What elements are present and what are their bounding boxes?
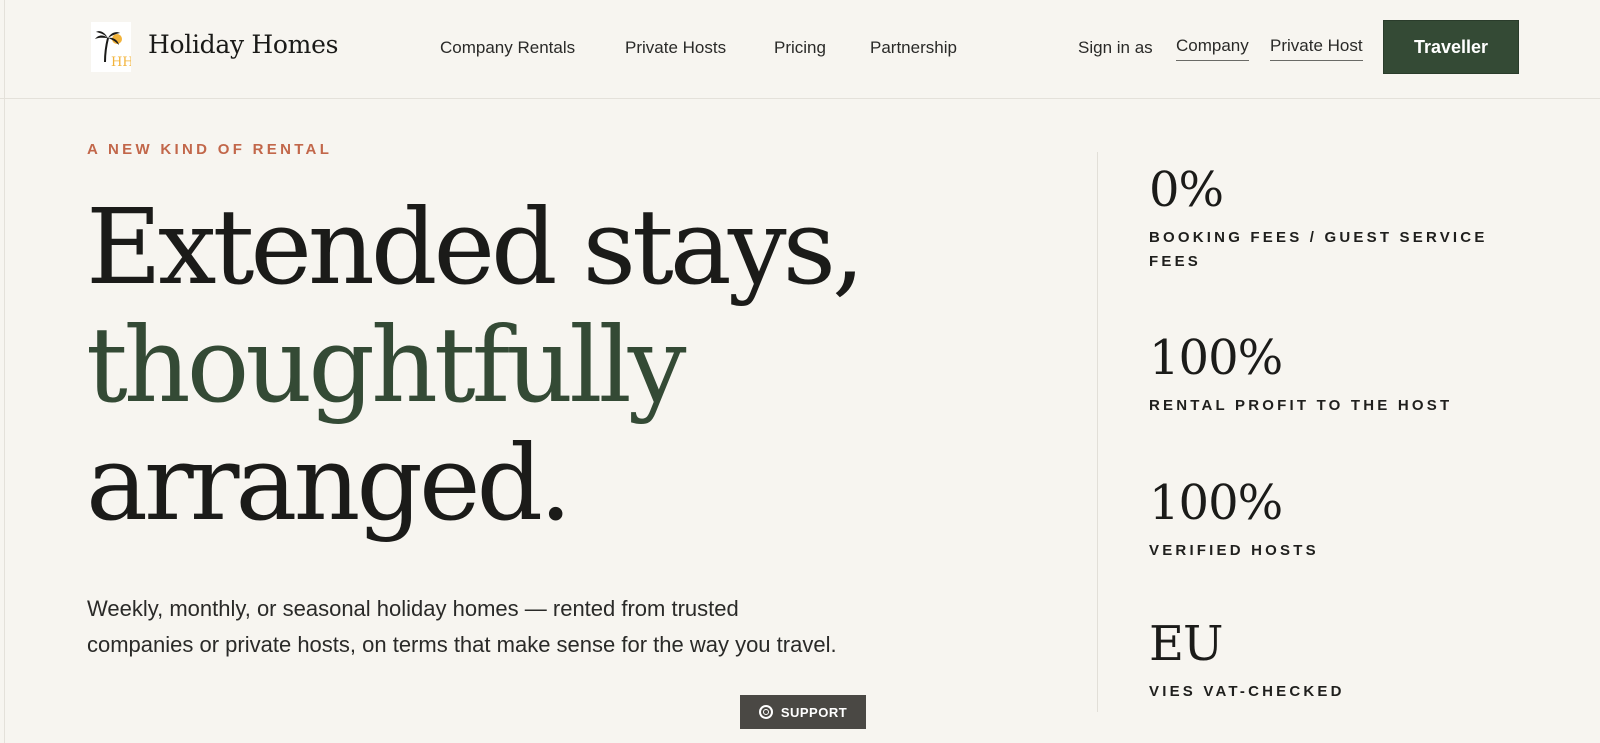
signin-private-host-link[interactable]: Private Host bbox=[1270, 36, 1363, 61]
stat-booking-fees: 0% BOOKING FEES / GUEST SERVICE FEES bbox=[1149, 162, 1509, 274]
hero-headline: Extended stays, thoughtfully arranged. bbox=[86, 186, 865, 544]
stat-verified-hosts: 100% VERIFIED HOSTS bbox=[1149, 475, 1509, 563]
stat-value: 100% bbox=[1149, 475, 1283, 531]
hero-eyebrow: A NEW KIND OF RENTAL bbox=[87, 141, 333, 158]
lifebuoy-icon bbox=[758, 705, 773, 719]
stat-label: RENTAL PROFIT TO THE HOST bbox=[1149, 397, 1453, 414]
signin-company-link[interactable]: Company bbox=[1176, 36, 1249, 61]
headline-line-2: thoughtfully bbox=[86, 304, 686, 426]
headline-line-1: Extended stays, bbox=[86, 186, 865, 308]
stat-label: BOOKING FEES / GUEST SERVICE FEES bbox=[1149, 229, 1488, 270]
nav-partnership[interactable]: Partnership bbox=[870, 38, 957, 58]
support-button[interactable]: SUPPORT bbox=[740, 695, 866, 729]
stats-divider bbox=[1097, 152, 1098, 712]
stat-rental-profit: 100% RENTAL PROFIT TO THE HOST bbox=[1149, 330, 1509, 418]
stat-value: 0% bbox=[1149, 162, 1224, 218]
stat-label: VERIFIED HOSTS bbox=[1149, 542, 1319, 559]
headline-line-3: arranged. bbox=[86, 422, 572, 544]
support-label: SUPPORT bbox=[780, 704, 848, 720]
nav-private-hosts[interactable]: Private Hosts bbox=[625, 38, 726, 58]
signin-label: Sign in as bbox=[1078, 38, 1153, 57]
stat-value: EU bbox=[1149, 616, 1224, 672]
brand-name[interactable]: Holiday Homes bbox=[148, 30, 338, 59]
stat-label: VIES VAT-CHECKED bbox=[1149, 683, 1345, 700]
stat-value: 100% bbox=[1149, 330, 1283, 386]
traveller-button[interactable]: Traveller bbox=[1383, 20, 1519, 74]
nav-company-rentals[interactable]: Company Rentals bbox=[440, 38, 575, 58]
site-header: HH Holiday Homes Company Rentals Private… bbox=[0, 0, 1600, 99]
logo-palm-icon[interactable]: HH bbox=[91, 22, 134, 72]
hero-lead: Weekly, monthly, or seasonal holiday hom… bbox=[87, 596, 837, 657]
svg-text:HH: HH bbox=[111, 55, 131, 70]
stat-vies-vat: EU VIES VAT-CHECKED bbox=[1149, 616, 1509, 704]
nav-pricing[interactable]: Pricing bbox=[774, 38, 826, 58]
